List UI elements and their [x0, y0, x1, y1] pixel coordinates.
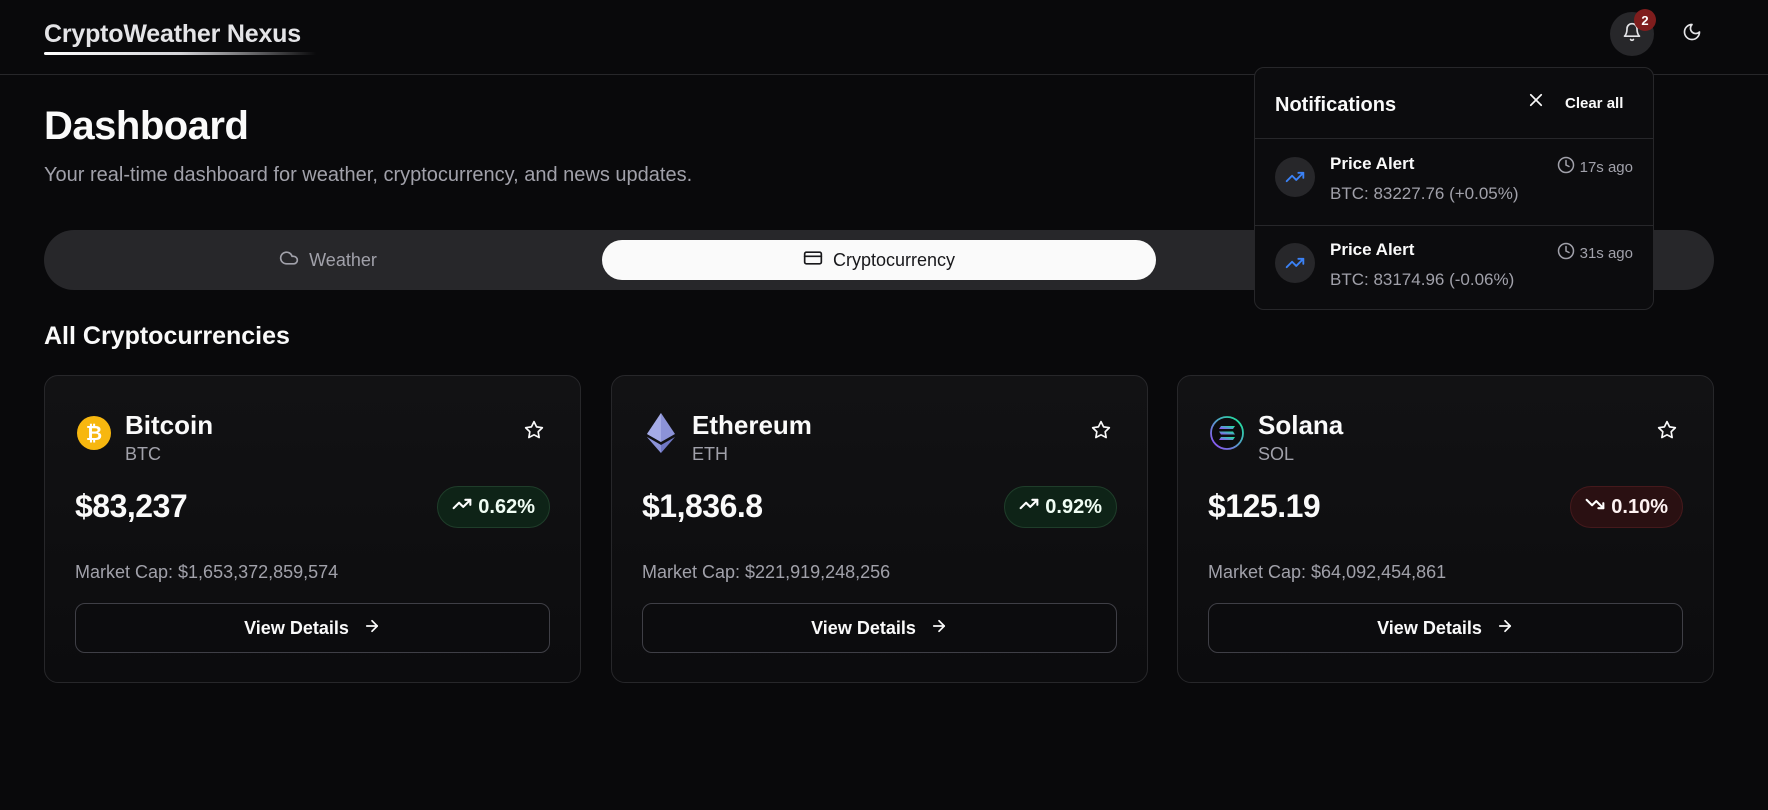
notification-item[interactable]: Price Alert BTC: 83174.96 (-0.06%) 31s a… [1255, 226, 1653, 312]
price-change-badge: 0.62% [437, 486, 550, 528]
ethereum-logo-icon [644, 413, 678, 453]
app-title[interactable]: CryptoWeather Nexus [44, 20, 301, 49]
price-change-badge: 0.92% [1004, 486, 1117, 528]
trending-down-icon [1585, 494, 1605, 520]
credit-card-icon [803, 248, 823, 273]
notification-time-text: 17s ago [1579, 158, 1633, 176]
notification-message: BTC: 83174.96 (-0.06%) [1330, 270, 1515, 289]
close-icon [1527, 91, 1545, 114]
moon-icon [1682, 22, 1702, 47]
svg-text:₿: ₿ [86, 421, 102, 445]
notifications-header: Notifications Clear all [1255, 68, 1653, 139]
clear-all-button[interactable]: Clear all [1565, 95, 1623, 112]
clock-icon [1557, 156, 1575, 178]
notification-message: BTC: 83227.76 (+0.05%) [1330, 184, 1519, 203]
cloud-icon [279, 248, 299, 273]
price-change-value: 0.62% [478, 495, 535, 518]
top-bar: CryptoWeather Nexus 2 [0, 0, 1768, 75]
favorite-button[interactable] [520, 418, 548, 446]
trending-up-icon [1275, 157, 1315, 197]
coin-name: Solana [1258, 410, 1344, 440]
notification-time: 31s ago [1557, 242, 1633, 264]
view-details-label: View Details [1377, 617, 1482, 638]
tab-weather[interactable]: Weather [54, 240, 602, 280]
notification-item[interactable]: Price Alert BTC: 83227.76 (+0.05%) 17s a… [1255, 140, 1653, 226]
price-change-value: 0.10% [1611, 495, 1668, 518]
arrow-right-icon [363, 617, 381, 640]
tab-weather-label: Weather [309, 249, 377, 270]
view-details-button[interactable]: View Details [1208, 603, 1683, 653]
trending-up-icon [452, 494, 472, 520]
star-icon [524, 420, 544, 445]
market-cap: Market Cap: $1,653,372,859,574 [75, 562, 339, 582]
notification-title: Price Alert [1330, 240, 1415, 259]
notification-time-text: 31s ago [1579, 244, 1633, 262]
view-details-label: View Details [244, 617, 349, 638]
notification-title: Price Alert [1330, 154, 1415, 173]
coin-name: Bitcoin [125, 410, 214, 440]
trending-up-icon [1275, 243, 1315, 283]
coin-symbol: SOL [1258, 444, 1295, 464]
star-icon [1657, 420, 1677, 445]
coin-symbol: BTC [125, 444, 161, 464]
crypto-card-solana: Solana SOL $125.19 0.10% Market Cap: $64… [1177, 375, 1714, 683]
crypto-card-ethereum: Ethereum ETH $1,836.8 0.92% Market Cap: … [611, 375, 1148, 683]
notification-time: 17s ago [1557, 156, 1633, 178]
tab-cryptocurrency-label: Cryptocurrency [832, 249, 956, 270]
price-change-badge: 0.10% [1570, 486, 1683, 528]
section-title: All Cryptocurrencies [44, 322, 290, 350]
clock-icon [1557, 242, 1575, 264]
favorite-button[interactable] [1087, 418, 1115, 446]
notifications-title: Notifications [1275, 94, 1397, 116]
trending-up-icon [1019, 494, 1039, 520]
favorite-button[interactable] [1653, 418, 1681, 446]
tab-cryptocurrency[interactable]: Cryptocurrency [602, 240, 1156, 280]
app-title-underline [44, 52, 316, 55]
coin-name: Ethereum [692, 410, 812, 440]
star-icon [1091, 420, 1111, 445]
notifications-panel: Notifications Clear all Price Alert BTC:… [1254, 67, 1654, 310]
price-change-value: 0.92% [1045, 495, 1102, 518]
coin-price: $125.19 [1208, 488, 1321, 524]
page-subtitle: Your real-time dashboard for weather, cr… [44, 164, 693, 186]
market-cap: Market Cap: $64,092,454,861 [1208, 562, 1447, 582]
notification-count-badge: 2 [1634, 9, 1656, 31]
coin-symbol: ETH [692, 444, 728, 464]
crypto-card-bitcoin: ₿ Bitcoin BTC $83,237 0.62% Market Cap: … [44, 375, 581, 683]
solana-logo-icon [1210, 416, 1244, 450]
arrow-right-icon [930, 617, 948, 640]
close-notifications-button[interactable] [1526, 92, 1546, 112]
coin-price: $1,836.8 [642, 488, 763, 524]
bitcoin-logo-icon: ₿ [77, 416, 111, 450]
arrow-right-icon [1496, 617, 1514, 640]
view-details-label: View Details [811, 617, 916, 638]
page-title: Dashboard [44, 104, 249, 148]
view-details-button[interactable]: View Details [642, 603, 1117, 653]
coin-price: $83,237 [75, 488, 188, 524]
theme-toggle-button[interactable] [1670, 12, 1714, 56]
view-details-button[interactable]: View Details [75, 603, 550, 653]
market-cap: Market Cap: $221,919,248,256 [642, 562, 891, 582]
